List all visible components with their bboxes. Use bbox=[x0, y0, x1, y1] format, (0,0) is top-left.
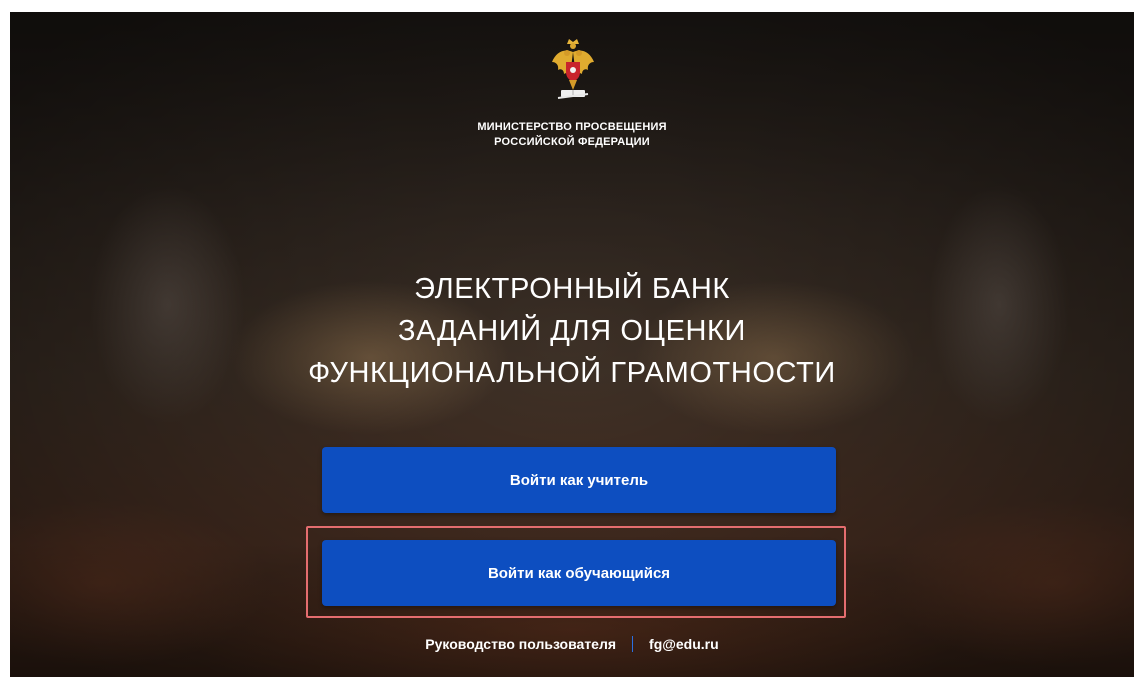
footer-links: Руководство пользователя fg@edu.ru bbox=[10, 636, 1134, 652]
email-link[interactable]: fg@edu.ru bbox=[649, 636, 719, 652]
page-title: ЭЛЕКТРОННЫЙ БАНК ЗАДАНИЙ ДЛЯ ОЦЕНКИ ФУНК… bbox=[10, 268, 1134, 394]
ministry-name: МИНИСТЕРСТВО ПРОСВЕЩЕНИЯ РОССИЙСКОЙ ФЕДЕ… bbox=[10, 120, 1134, 150]
coat-of-arms-icon bbox=[552, 39, 594, 99]
login-teacher-button[interactable]: Войти как учитель bbox=[322, 447, 836, 513]
login-student-button[interactable]: Войти как обучающийся bbox=[322, 540, 836, 606]
ministry-line-2: РОССИЙСКОЙ ФЕДЕРАЦИИ bbox=[494, 136, 650, 148]
title-line-1: ЭЛЕКТРОННЫЙ БАНК bbox=[414, 273, 730, 305]
footer-separator bbox=[632, 636, 634, 652]
user-manual-link[interactable]: Руководство пользователя bbox=[425, 636, 616, 652]
title-line-2: ЗАДАНИЙ ДЛЯ ОЦЕНКИ bbox=[398, 315, 746, 347]
login-page: МИНИСТЕРСТВО ПРОСВЕЩЕНИЯ РОССИЙСКОЙ ФЕДЕ… bbox=[10, 12, 1134, 677]
title-line-3: ФУНКЦИОНАЛЬНОЙ ГРАМОТНОСТИ bbox=[308, 357, 836, 389]
ministry-line-1: МИНИСТЕРСТВО ПРОСВЕЩЕНИЯ bbox=[477, 121, 667, 133]
